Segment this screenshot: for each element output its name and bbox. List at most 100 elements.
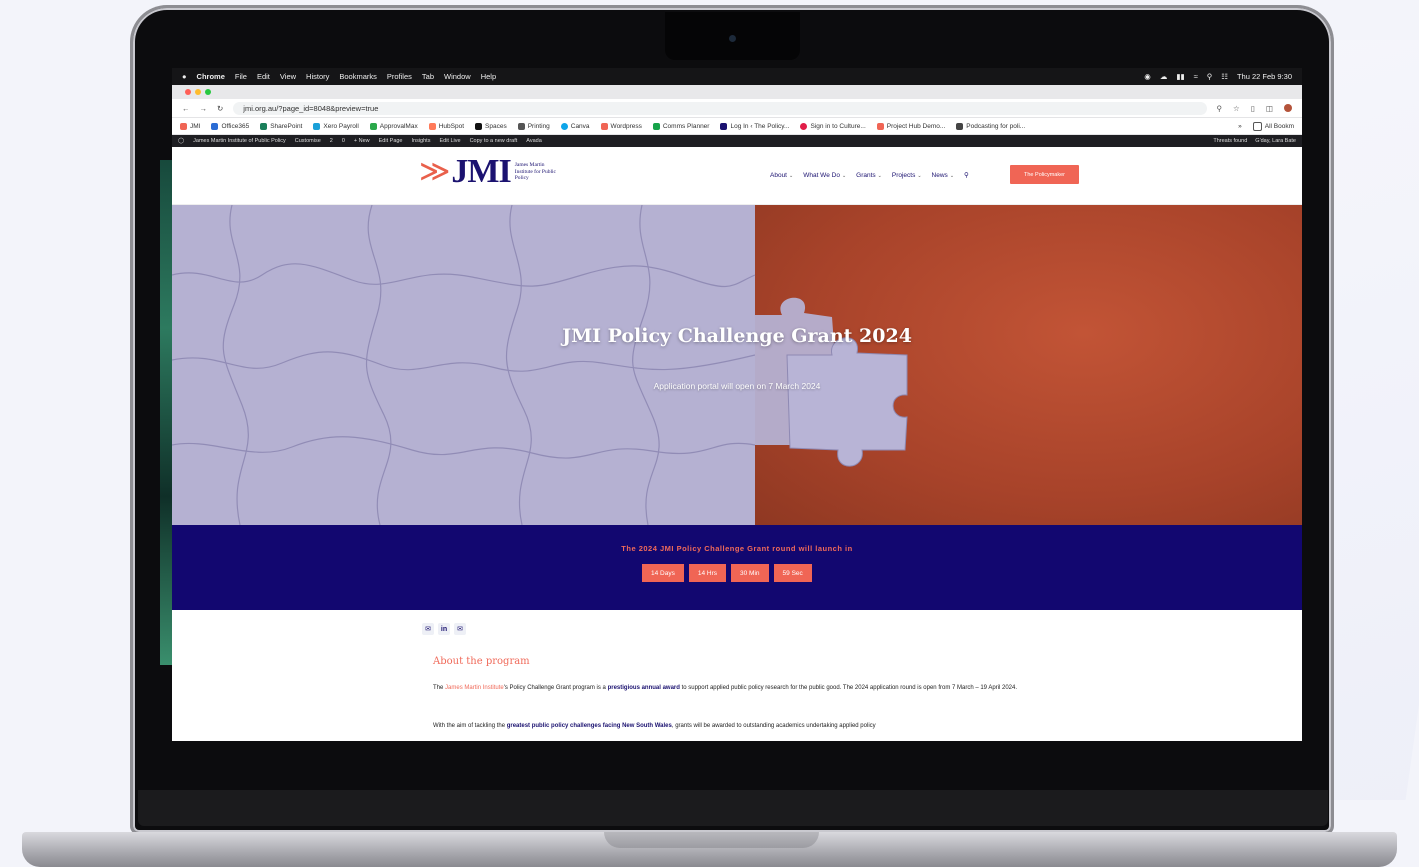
bookmark-hubspot[interactable]: HubSpot: [428, 122, 465, 130]
office365-icon: [211, 122, 219, 130]
nav-label: Projects: [891, 171, 916, 179]
menu-bookmarks[interactable]: Bookmarks: [339, 72, 377, 81]
bookmark-label: Printing: [527, 122, 550, 130]
wp-comments[interactable]: 0: [342, 138, 345, 144]
bookmark-policy-login[interactable]: Log In ‹ The Policy...: [720, 122, 789, 130]
apple-icon[interactable]: ●: [182, 72, 187, 81]
address-bar[interactable]: jmi.org.au/?page_id=8048&preview=true: [233, 101, 1207, 115]
nav-projects[interactable]: Projects ⌄: [892, 172, 922, 179]
wp-threats[interactable]: Threats found: [1213, 138, 1247, 144]
profile-avatar[interactable]: [1284, 103, 1292, 112]
bookmark-label: Project Hub Demo...: [886, 122, 946, 130]
menu-tab[interactable]: Tab: [422, 72, 434, 81]
jmi-favicon-icon: [180, 122, 187, 130]
wifi-icon[interactable]: ≈: [1194, 72, 1198, 81]
extensions-icon[interactable]: ▯: [1251, 104, 1255, 113]
menu-history[interactable]: History: [306, 72, 329, 81]
policymaker-button[interactable]: The Policymaker: [1010, 165, 1079, 184]
bookmark-label: JMI: [190, 122, 201, 130]
bookmark-spaces[interactable]: Spaces: [475, 122, 507, 130]
linkedin-icon[interactable]: in: [438, 623, 450, 635]
wp-updates[interactable]: 2: [330, 138, 333, 144]
all-bookmarks-button[interactable]: All Bookm: [1252, 121, 1294, 131]
nav-about[interactable]: About ⌄: [770, 172, 793, 179]
bookmark-xero[interactable]: Xero Payroll: [313, 122, 359, 130]
wp-customise[interactable]: Customise: [295, 138, 321, 144]
wp-site-name[interactable]: James Martin Institute of Public Policy: [193, 138, 286, 144]
jmi-link[interactable]: James Martin Institute: [445, 685, 504, 691]
wp-new[interactable]: + New: [354, 138, 370, 144]
text-span: The: [433, 685, 446, 691]
maximize-window-button[interactable]: [205, 89, 211, 95]
about-heading: About the program: [433, 656, 530, 667]
minimize-window-button[interactable]: [195, 89, 201, 95]
close-window-button[interactable]: [185, 89, 191, 95]
bookmark-comms-planner[interactable]: Comms Planner: [652, 122, 709, 130]
menu-file[interactable]: File: [235, 72, 247, 81]
bookmarks-overflow-button[interactable]: »: [1238, 123, 1242, 130]
nav-news[interactable]: News ⌄: [932, 172, 954, 179]
wp-insights[interactable]: Insights: [412, 138, 431, 144]
bookmarks-bar: JMI Office365 SharePoint Xero Payroll Ap…: [172, 118, 1302, 135]
hubspot-icon: [428, 122, 436, 130]
screen-record-icon[interactable]: ◉: [1144, 72, 1151, 81]
jmi-logo[interactable]: ≫ JMI James Martin Institute for Public …: [419, 155, 563, 189]
bookmark-approvalmax[interactable]: ApprovalMax: [369, 122, 418, 130]
logo-subtitle: James Martin Institute for Public Policy: [514, 162, 556, 182]
bookmark-podcasting[interactable]: Podcasting for poli...: [956, 122, 1025, 130]
nav-label: Grants: [856, 171, 876, 179]
battery-icon[interactable]: ▮▮: [1176, 72, 1184, 81]
wp-avada[interactable]: Avada: [526, 138, 542, 144]
email-icon[interactable]: ✉: [454, 623, 466, 635]
menubar-clock[interactable]: Thu 22 Feb 9:30: [1237, 72, 1292, 81]
countdown-hours: 14 Hrs: [688, 564, 727, 582]
address-toolbar: ← → ↻ jmi.org.au/?page_id=8048&preview=t…: [172, 99, 1302, 118]
menu-profiles[interactable]: Profiles: [387, 72, 412, 81]
bookmark-office365[interactable]: Office365: [211, 122, 249, 130]
nav-label: News: [931, 171, 948, 179]
share-bar: ✉ in ✉: [422, 623, 466, 635]
cloud-icon[interactable]: ☁: [1160, 72, 1168, 81]
control-center-icon[interactable]: ☷: [1221, 72, 1228, 81]
bookmark-project-hub[interactable]: Project Hub Demo...: [876, 122, 946, 130]
menu-help[interactable]: Help: [481, 72, 496, 81]
bookmark-label: ApprovalMax: [379, 122, 418, 130]
bookmark-label: HubSpot: [438, 122, 465, 130]
bookmark-jmi[interactable]: JMI: [180, 122, 201, 130]
wp-copy-draft[interactable]: Copy to a new draft: [470, 138, 518, 144]
menu-chrome[interactable]: Chrome: [197, 72, 225, 81]
sidepanel-icon[interactable]: ◫: [1266, 104, 1273, 113]
bookmark-wordpress[interactable]: Wordpress: [600, 122, 642, 130]
page-content: ✉ in ✉ About the program The James Marti…: [172, 610, 1302, 740]
spaces-icon: [475, 122, 483, 130]
menu-view[interactable]: View: [280, 72, 296, 81]
desktop-wallpaper-edge: [160, 160, 172, 665]
spotlight-search-icon[interactable]: ⚲: [1207, 72, 1213, 81]
twitter-icon[interactable]: ✉: [422, 623, 434, 635]
bookmark-star-icon[interactable]: ☆: [1233, 104, 1240, 113]
search-icon[interactable]: ⚲: [964, 171, 969, 179]
bookmark-label: SharePoint: [270, 122, 303, 130]
countdown-days: 14 Days: [642, 564, 684, 582]
wp-logo-icon[interactable]: ◯: [178, 138, 184, 144]
nav-what-we-do[interactable]: What We Do ⌄: [803, 172, 846, 179]
reload-icon[interactable]: ↻: [217, 104, 223, 113]
wp-edit-page[interactable]: Edit Page: [379, 138, 403, 144]
wp-user-greeting[interactable]: G'day, Lara Bate: [1255, 138, 1296, 144]
nav-grants[interactable]: Grants ⌄: [856, 172, 882, 179]
bookmark-canva[interactable]: Canva: [560, 122, 590, 130]
logo-text: JMI: [451, 153, 511, 190]
bookmark-culture[interactable]: Sign in to Culture...: [800, 122, 866, 130]
wp-edit-live[interactable]: Edit Live: [439, 138, 460, 144]
printing-icon: [517, 122, 525, 130]
forward-icon[interactable]: →: [200, 104, 208, 113]
laptop-chin: [138, 790, 1328, 826]
back-icon[interactable]: ←: [182, 104, 190, 113]
bookmark-sharepoint[interactable]: SharePoint: [260, 122, 303, 130]
menu-edit[interactable]: Edit: [257, 72, 270, 81]
logo-mark-icon: ≫: [419, 155, 450, 188]
countdown-timer: 14 Days 14 Hrs 30 Min 59 Sec: [642, 564, 812, 582]
zoom-icon[interactable]: ⚲: [1217, 104, 1223, 113]
bookmark-printing[interactable]: Printing: [517, 122, 550, 130]
menu-window[interactable]: Window: [444, 72, 471, 81]
